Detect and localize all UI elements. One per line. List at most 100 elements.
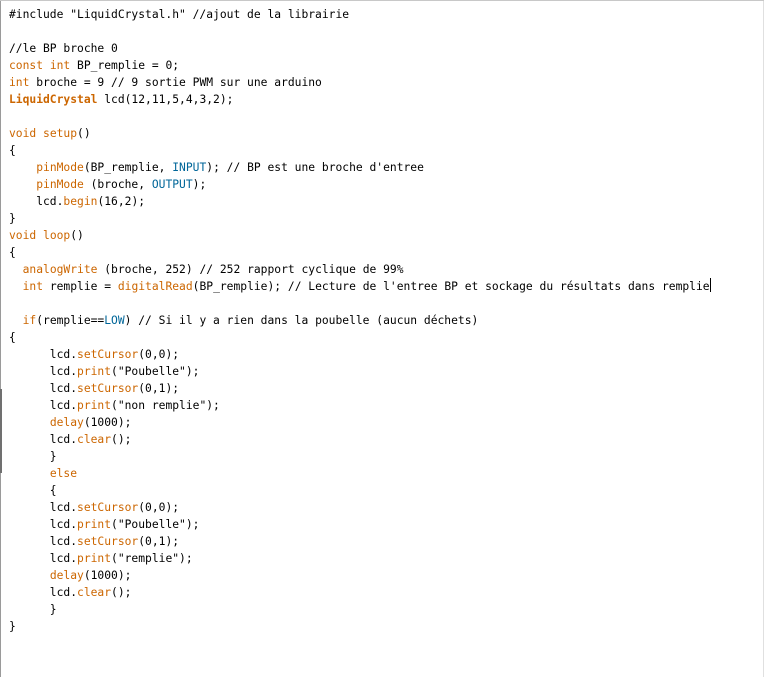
code-line[interactable]: void setup(): [9, 125, 711, 142]
code-text-area[interactable]: #include "LiquidCrystal.h" //ajout de la…: [9, 6, 711, 635]
code-line[interactable]: lcd.setCursor(0,0);: [9, 346, 711, 363]
code-line[interactable]: if(remplie==LOW) // Si il y a rien dans …: [9, 312, 711, 329]
code-line[interactable]: void loop(): [9, 227, 711, 244]
code-line[interactable]: [9, 295, 711, 312]
code-token: setCursor: [77, 501, 139, 514]
code-token: int: [49, 59, 71, 72]
code-line[interactable]: lcd.print("remplie");: [9, 550, 711, 567]
code-token: OUTPUT: [151, 178, 193, 191]
code-line[interactable]: analogWrite (broche, 252) // 252 rapport…: [9, 261, 711, 278]
code-token: lcd(12,11,5,4,3,2);: [97, 93, 234, 106]
code-token: //le BP broche 0: [9, 42, 118, 55]
code-token: BP_remplie = 0;: [70, 59, 180, 72]
code-token: pinMode: [36, 161, 84, 174]
code-token: lcd.: [9, 195, 64, 208]
code-line[interactable]: {: [9, 329, 711, 346]
code-line[interactable]: lcd.clear();: [9, 584, 711, 601]
code-token: pinMode: [36, 178, 84, 191]
code-line[interactable]: }: [9, 448, 711, 465]
code-line[interactable]: lcd.setCursor(0,1);: [9, 533, 711, 550]
code-token: (): [70, 229, 84, 242]
code-token: (BP_remplie); // Lecture de l'entree BP …: [192, 280, 710, 293]
code-token: (remplie==: [36, 314, 105, 327]
code-token: {: [9, 144, 16, 157]
code-token: lcd.: [9, 586, 78, 599]
code-token: lcd.: [9, 433, 78, 446]
code-token: }: [9, 212, 16, 225]
code-token: setCursor: [77, 535, 139, 548]
code-token: lcd.: [9, 399, 78, 412]
code-token: }: [9, 450, 57, 463]
code-line[interactable]: else: [9, 465, 711, 482]
code-line[interactable]: pinMode (broche, OUTPUT);: [9, 176, 711, 193]
code-token: delay: [49, 416, 84, 429]
code-token: ("remplie");: [111, 552, 193, 565]
code-token: (1000);: [83, 569, 132, 582]
code-token: analogWrite: [22, 263, 98, 276]
code-token: ("Poubelle");: [111, 365, 200, 378]
code-line[interactable]: lcd.clear();: [9, 431, 711, 448]
code-token: {: [9, 484, 57, 497]
code-token: ("non remplie");: [111, 399, 220, 412]
code-token: (broche, 252) // 252 rapport cyclique de…: [97, 263, 404, 276]
code-line[interactable]: //le BP broche 0: [9, 40, 711, 57]
code-line[interactable]: {: [9, 244, 711, 261]
code-token: ); // BP est une broche d'entree: [206, 161, 424, 174]
code-token: (0,0);: [138, 501, 180, 514]
code-token: setCursor: [77, 382, 139, 395]
code-line[interactable]: pinMode(BP_remplie, INPUT); // BP est un…: [9, 159, 711, 176]
code-line[interactable]: const int BP_remplie = 0;: [9, 57, 711, 74]
code-line[interactable]: }: [9, 210, 711, 227]
code-line[interactable]: int remplie = digitalRead(BP_remplie); /…: [9, 278, 711, 295]
code-token: (): [77, 127, 91, 140]
code-line[interactable]: lcd.setCursor(0,0);: [9, 499, 711, 516]
code-token: print: [77, 518, 112, 531]
code-token: delay: [49, 569, 84, 582]
code-token: void: [9, 127, 37, 140]
code-token: (0,1);: [138, 535, 180, 548]
code-token: remplie =: [43, 280, 118, 293]
code-token: ();: [111, 586, 132, 599]
code-line[interactable]: }: [9, 601, 711, 618]
code-editor[interactable]: #include "LiquidCrystal.h" //ajout de la…: [0, 0, 764, 677]
code-line[interactable]: lcd.print("Poubelle");: [9, 516, 711, 533]
code-token: clear: [77, 433, 112, 446]
code-line[interactable]: [9, 108, 711, 125]
code-token: (0,0);: [138, 348, 180, 361]
code-token: else: [49, 467, 78, 480]
code-token: const: [9, 59, 44, 72]
code-token: {: [9, 331, 16, 344]
code-line[interactable]: [9, 23, 711, 40]
code-token: ) // Si il y a rien dans la poubelle (au…: [124, 314, 479, 327]
code-token: lcd.: [9, 501, 78, 514]
code-token: void: [9, 229, 37, 242]
code-line[interactable]: #include "LiquidCrystal.h" //ajout de la…: [9, 6, 711, 23]
code-line[interactable]: LiquidCrystal lcd(12,11,5,4,3,2);: [9, 91, 711, 108]
code-line[interactable]: }: [9, 618, 711, 635]
code-line[interactable]: lcd.begin(16,2);: [9, 193, 711, 210]
code-token: (0,1);: [138, 382, 180, 395]
code-line[interactable]: delay(1000);: [9, 414, 711, 431]
code-token: lcd.: [9, 518, 78, 531]
code-token: LiquidCrystal: [9, 93, 98, 106]
code-token: #include "LiquidCrystal.h" //ajout de la…: [9, 8, 350, 21]
code-line[interactable]: {: [9, 482, 711, 499]
code-token: broche = 9 // 9 sortie PWM sur une ardui…: [29, 76, 322, 89]
code-line[interactable]: lcd.print("non remplie");: [9, 397, 711, 414]
editor-left-border: [0, 1, 1, 677]
code-line[interactable]: int broche = 9 // 9 sortie PWM sur une a…: [9, 74, 711, 91]
code-token: (BP_remplie,: [83, 161, 173, 174]
code-line[interactable]: delay(1000);: [9, 567, 711, 584]
code-line[interactable]: {: [9, 142, 711, 159]
code-line[interactable]: lcd.print("Poubelle");: [9, 363, 711, 380]
code-line[interactable]: lcd.setCursor(0,1);: [9, 380, 711, 397]
code-token: }: [9, 620, 16, 633]
code-token: lcd.: [9, 382, 78, 395]
